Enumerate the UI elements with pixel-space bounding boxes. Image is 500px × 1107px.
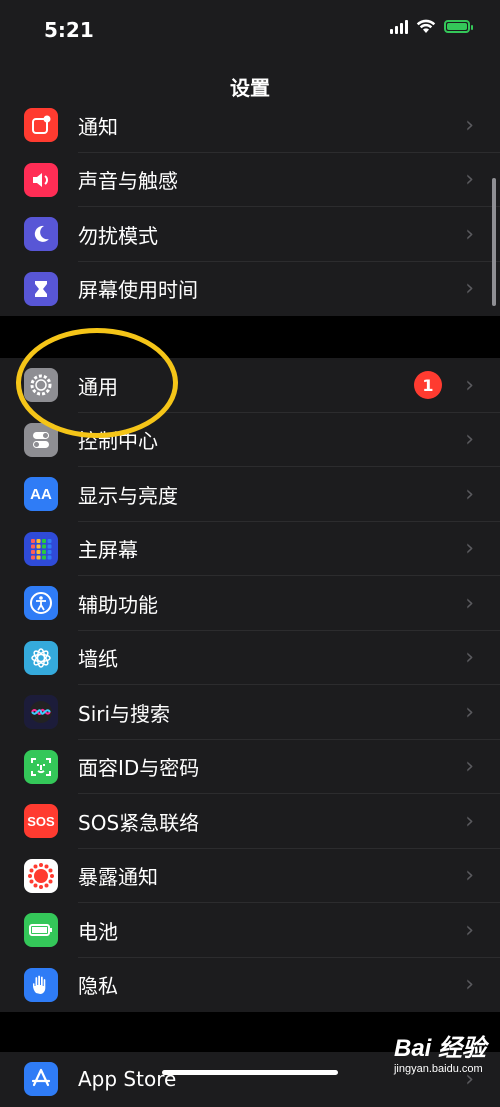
settings-row[interactable]: 面容ID与密码 › [0,740,500,794]
gear-icon [24,368,58,403]
signal-icon [390,18,408,34]
settings-row[interactable]: 勿扰模式 › [0,207,500,262]
battery-status-icon [444,19,473,33]
watermark: Bai 经验 jingyan.baidu.com [394,1028,486,1075]
settings-row-label: 声音与触感 [78,169,178,194]
settings-row[interactable]: AA 显示与亮度 › [0,467,500,522]
speaker-icon [24,162,58,197]
siri-icon [24,695,58,730]
chevron-right-icon: › [465,536,474,562]
settings-row[interactable]: 控制中心 › [0,413,500,467]
moon-icon [24,217,58,252]
watermark-brand: Bai 经验 [393,1035,486,1062]
settings-row-label: 通用 [78,374,118,399]
settings-row[interactable]: 电池 › [0,903,500,958]
settings-row-label: SOS紧急联络 [78,810,200,835]
chevron-right-icon: › [465,808,474,834]
icon-text: SOS [27,813,55,829]
chevron-right-icon: › [465,917,474,943]
exposure-icon [24,858,58,893]
settings-row-label: 隐私 [78,974,118,999]
chevron-right-icon: › [465,372,474,398]
settings-group-2: 通用 1 › 控制中心 › AA 显示与亮度 › 主屏幕 › 辅助功能 › 墙纸 › Siri与搜索 › 面容I… [0,358,500,1012]
chevron-right-icon: › [465,481,474,507]
settings-row-label: 屏幕使用时间 [78,278,198,303]
settings-row-label: Siri与搜索 [78,701,171,726]
chevron-right-icon: › [465,590,474,616]
settings-row[interactable]: 墙纸 › [0,631,500,685]
home-indicator[interactable] [162,1070,338,1075]
notification-badge: 1 [414,371,442,400]
settings-row-label: 勿扰模式 [78,223,158,248]
chevron-right-icon: › [465,427,474,453]
settings-row-label: 控制中心 [78,429,158,454]
battery-icon [24,913,58,948]
chevron-right-icon: › [465,699,474,725]
settings-row-label: 电池 [78,919,118,944]
sos-icon: SOS [24,804,58,839]
settings-row[interactable]: 声音与触感 › [0,153,500,207]
settings-row-label: 辅助功能 [78,592,158,617]
settings-row[interactable]: SOS SOS紧急联络 › [0,794,500,849]
settings-group-1: 通知 › 声音与触感 › 勿扰模式 › 屏幕使用时间 › [0,98,500,316]
chevron-right-icon: › [465,645,474,671]
text-size-icon: AA [24,477,58,512]
status-time: 5:21 [44,18,94,42]
chevron-right-icon: › [465,221,474,247]
settings-row-label: 面容ID与密码 [78,756,200,781]
settings-row[interactable]: 通用 1 › [0,358,500,413]
app-store-icon [24,1062,58,1097]
wifi-icon [416,19,436,33]
hand-icon [24,967,58,1002]
settings-row-label: 主屏幕 [78,538,138,563]
app-grid-icon [24,531,58,566]
settings-row[interactable]: 暴露通知 › [0,849,500,903]
chevron-right-icon: › [465,167,474,193]
settings-row-label: 通知 [78,114,118,139]
settings-row-label: 显示与亮度 [78,483,178,508]
settings-row[interactable]: Siri与搜索 › [0,685,500,740]
page-title: 设置 [230,76,270,100]
status-icons [390,18,473,34]
flower-icon [24,640,58,675]
settings-row-label: 墙纸 [78,647,118,672]
status-bar: 5:21 [0,0,500,60]
chevron-right-icon: › [465,276,474,302]
settings-row[interactable]: 屏幕使用时间 › [0,262,500,317]
chevron-right-icon: › [465,863,474,889]
settings-row[interactable]: 主屏幕 › [0,522,500,576]
settings-row[interactable]: 通知 › [0,98,500,153]
watermark-url: jingyan.baidu.com [393,1063,483,1075]
settings-row-label: 暴露通知 [78,865,158,890]
settings-row[interactable]: 辅助功能 › [0,576,500,631]
accessibility-icon [24,586,58,621]
settings-row[interactable]: 隐私 › [0,958,500,1013]
notification-icon [24,108,58,143]
toggles-icon [24,422,58,457]
chevron-right-icon: › [465,112,474,138]
scrollbar[interactable] [492,178,496,306]
face-id-icon [24,749,58,784]
hourglass-icon [24,271,58,306]
chevron-right-icon: › [465,754,474,780]
chevron-right-icon: › [465,972,474,998]
